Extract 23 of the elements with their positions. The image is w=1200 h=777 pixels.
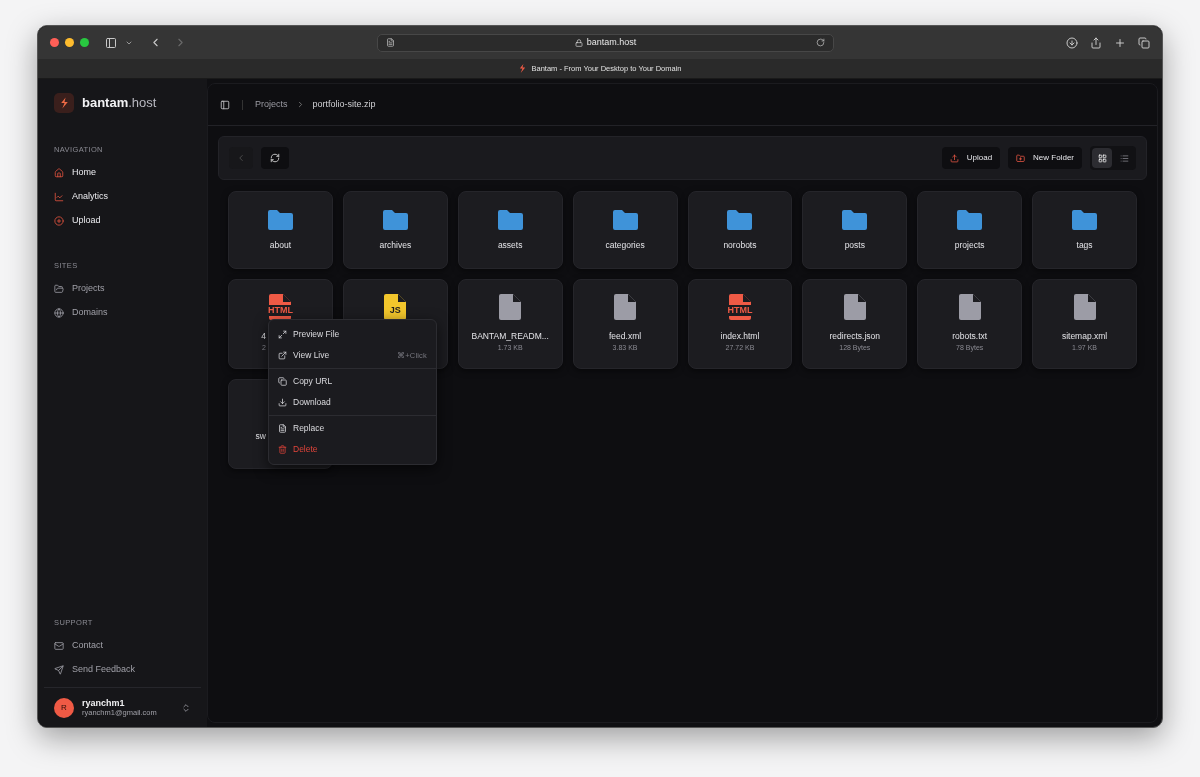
file-name: posts	[844, 240, 865, 250]
file-name: about	[269, 240, 292, 250]
file-type-label: HTML	[726, 305, 754, 316]
brand-name: bantam.host	[82, 94, 157, 113]
address-text: bantam.host	[586, 35, 637, 49]
file-name: archives	[379, 240, 412, 250]
breadcrumb-item: portfolio-site.zip	[312, 97, 376, 111]
file-name: BANTAM_READM...	[471, 331, 549, 341]
user-name: ryanchm1	[82, 697, 126, 708]
file-name: assets	[497, 240, 523, 250]
file-name: index.html	[720, 331, 760, 341]
file-name: projects	[954, 240, 985, 250]
file-name: tags	[1076, 240, 1093, 250]
file-name: sitemap.xml	[1061, 331, 1108, 341]
file-name: 4	[261, 331, 266, 341]
file-name: norobots	[723, 240, 757, 250]
file-type-label: HTML	[266, 305, 294, 316]
file-name: redirects.json	[829, 331, 881, 341]
file-type-label: JS	[388, 305, 402, 316]
file-name: categories	[605, 240, 645, 250]
file-name: sw	[255, 431, 266, 441]
file-name: feed.xml	[609, 331, 642, 341]
file-name: robots.txt	[952, 331, 988, 341]
